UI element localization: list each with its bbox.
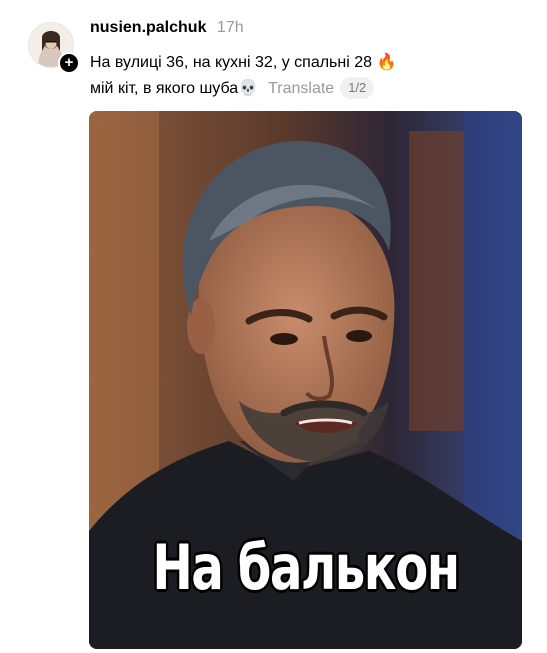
meme-overlay-text: На балькон (152, 531, 460, 604)
username-link[interactable]: nusien.palchuk (90, 19, 206, 36)
author-avatar-wrapper[interactable]: + (28, 22, 80, 74)
follow-plus-button[interactable]: + (58, 52, 80, 74)
caption-line-2: мій кіт, в якого шуба💀 Translate 1/2 (90, 76, 530, 102)
post-time[interactable]: 17h (217, 19, 244, 36)
post-caption: На вулиці 36, на кухні 32, у спальні 28 … (90, 50, 530, 102)
caption-line-1: На вулиці 36, на кухні 32, у спальні 28 … (90, 54, 397, 71)
media-page-indicator: 1/2 (340, 77, 375, 99)
post-header: nusien.palchuk 17h (90, 19, 244, 37)
post-media[interactable]: На балькон (89, 111, 522, 649)
caption-line-2-text: мій кіт, в якого шуба💀 (90, 80, 259, 97)
translate-button[interactable]: Translate (268, 80, 334, 97)
